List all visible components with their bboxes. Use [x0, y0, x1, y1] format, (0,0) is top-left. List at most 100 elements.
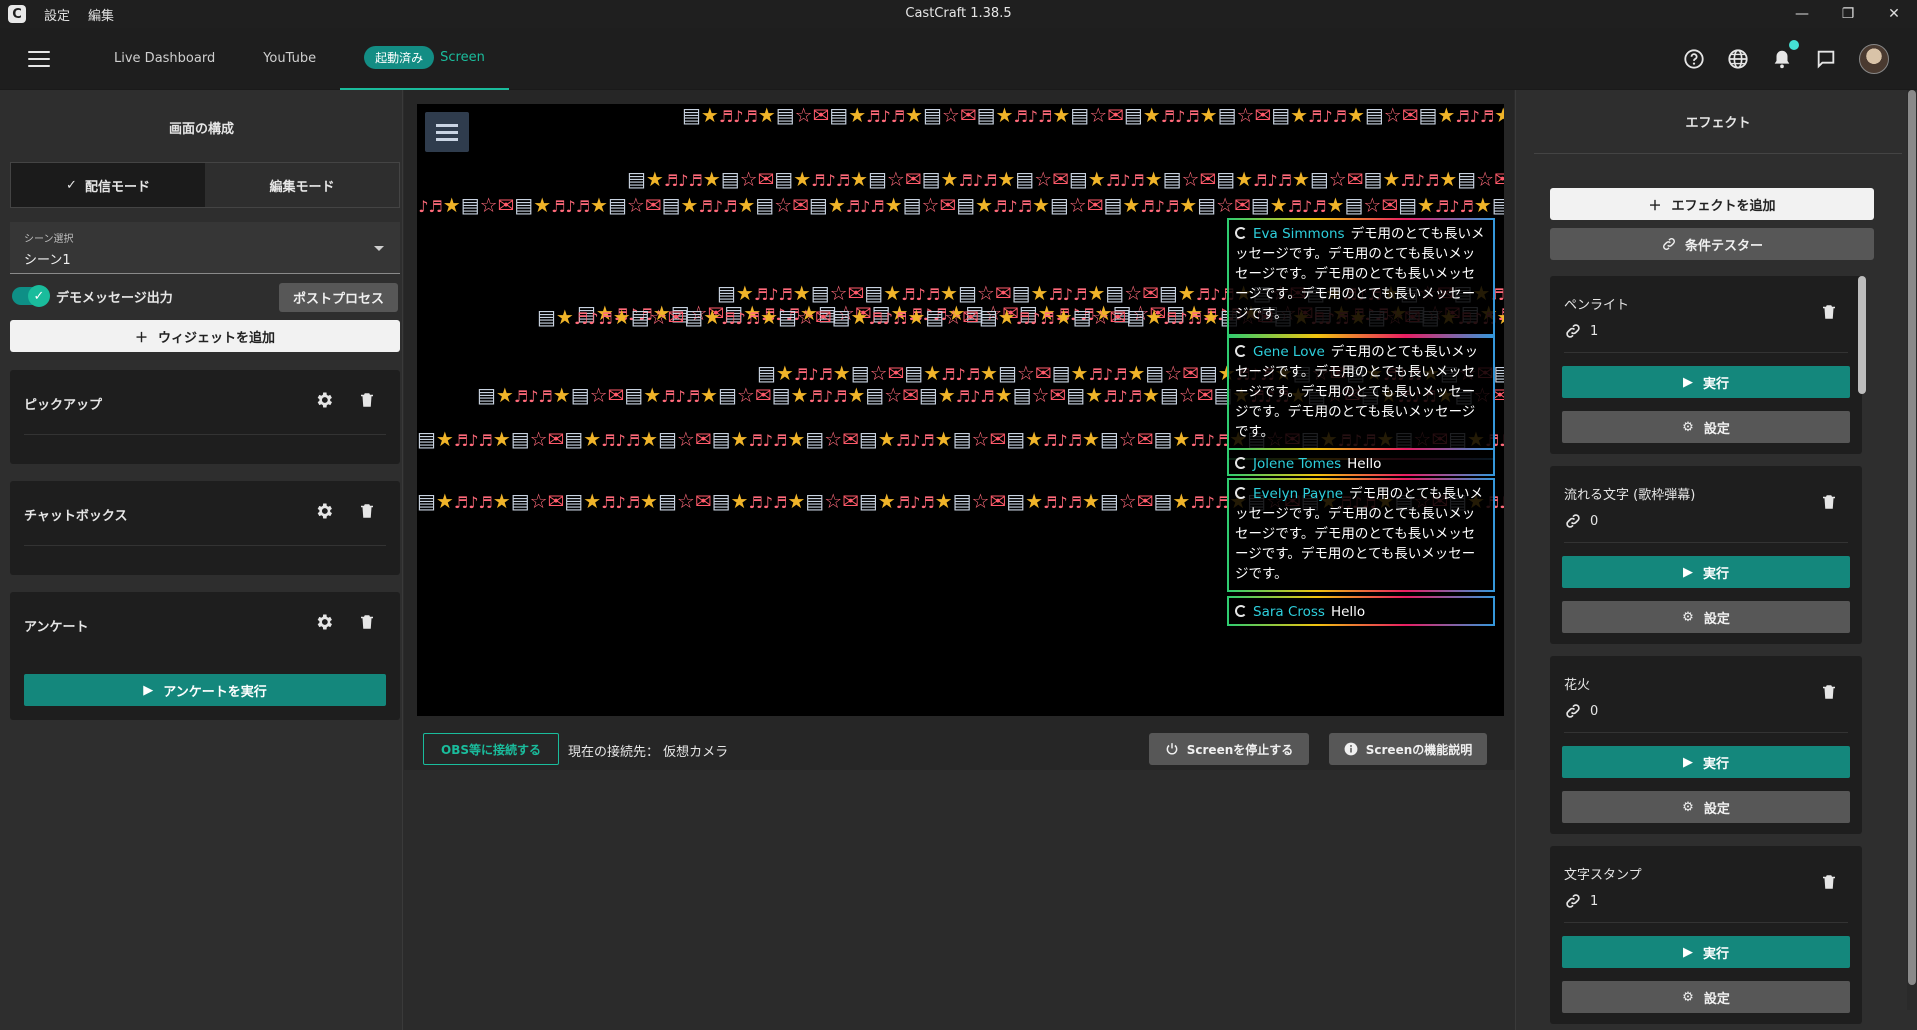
- tab-live-dashboard[interactable]: Live Dashboard: [90, 28, 239, 90]
- effect-name: 花火: [1564, 678, 1591, 693]
- plus-icon: ＋: [134, 330, 148, 346]
- trash-icon[interactable]: [1820, 872, 1838, 892]
- panel-title: エフェクト: [1534, 112, 1902, 154]
- menu-settings[interactable]: 設定: [44, 5, 70, 24]
- add-effect-button[interactable]: ＋ エフェクトを追加: [1550, 188, 1874, 220]
- trash-icon[interactable]: [358, 612, 376, 632]
- danmaku-glyph: ♬♪♬: [417, 197, 443, 216]
- danmaku-glyph: ▤: [564, 489, 584, 513]
- demo-message-toggle[interactable]: ✓: [12, 285, 50, 307]
- danmaku-glyph: ✉: [754, 383, 772, 407]
- danmaku-glyph: ✉: [497, 193, 515, 217]
- run-survey-button[interactable]: ▶ アンケートを実行: [24, 674, 386, 706]
- effect-settings-button[interactable]: ⚙ 設定: [1562, 411, 1850, 443]
- gear-icon[interactable]: [314, 390, 334, 410]
- danmaku-glyph: ★: [442, 193, 461, 217]
- chat-author: Sara Cross: [1253, 604, 1325, 620]
- danmaku-glyph: ☆: [1034, 167, 1053, 191]
- danmaku-glyph: ▤: [417, 427, 436, 451]
- trash-icon[interactable]: [1820, 682, 1838, 702]
- postprocess-button[interactable]: ポストプロセス: [278, 283, 398, 312]
- chat-author: Evelyn Payne: [1253, 486, 1344, 502]
- danmaku-glyph: ♬♪♬: [1088, 365, 1128, 384]
- effect-list-scrollbar[interactable]: [1858, 276, 1866, 1030]
- run-effect-button[interactable]: ▶ 実行: [1562, 936, 1850, 968]
- danmaku-glyph: ☆: [529, 427, 548, 451]
- widget-name: チャットボックス: [24, 509, 128, 524]
- avatar[interactable]: [1859, 44, 1889, 74]
- danmaku-glyph: ★: [877, 427, 896, 451]
- danmaku-glyph: ▤: [1271, 104, 1291, 127]
- scene-select[interactable]: シーン選択 シーン1: [10, 222, 400, 274]
- gear-icon[interactable]: [314, 612, 334, 632]
- close-button[interactable]: ✕: [1871, 0, 1917, 28]
- danmaku-glyph: ☆: [479, 193, 498, 217]
- condition-count: 0: [1590, 703, 1599, 719]
- hamburger-menu-icon[interactable]: [28, 50, 50, 67]
- connect-obs-button[interactable]: OBS等に接続する: [423, 733, 559, 765]
- tab-screen[interactable]: 起動済み Screen: [340, 28, 509, 90]
- add-widget-button[interactable]: ＋ ウィジェットを追加: [10, 320, 400, 352]
- globe-icon[interactable]: [1727, 48, 1749, 70]
- danmaku-glyph: ♬♪♬: [808, 387, 848, 406]
- condition-tester-button[interactable]: 条件テスター: [1550, 228, 1874, 260]
- run-effect-button[interactable]: ▶ 実行: [1562, 556, 1850, 588]
- danmaku-glyph: ▤: [831, 305, 851, 329]
- menu-edit[interactable]: 編集: [88, 5, 114, 24]
- danmaku-glyph: ☆: [1068, 193, 1087, 217]
- danmaku-glyph: ▤: [1309, 167, 1329, 191]
- run-survey-label: アンケートを実行: [163, 684, 267, 700]
- effect-settings-button[interactable]: ⚙ 設定: [1562, 601, 1850, 633]
- danmaku-glyph: ✉: [842, 427, 859, 451]
- tab-youtube[interactable]: YouTube: [239, 28, 340, 90]
- danmaku-glyph: ☆: [941, 104, 960, 127]
- effect-settings-button[interactable]: ⚙ 設定: [1562, 791, 1850, 823]
- stop-screen-button[interactable]: Screenを停止する: [1149, 733, 1309, 765]
- danmaku-glyph: ★: [1070, 361, 1089, 385]
- screen-help-button[interactable]: Screenの機能説明: [1329, 733, 1487, 765]
- effect-settings-button[interactable]: ⚙ 設定: [1562, 981, 1850, 1013]
- trash-icon[interactable]: [358, 501, 376, 521]
- danmaku-glyph: ♬♪♬: [1434, 197, 1474, 216]
- danmaku-glyph: ▤: [1250, 193, 1270, 217]
- danmaku-glyph: ★: [1122, 193, 1141, 217]
- bell-icon[interactable]: [1771, 40, 1799, 70]
- danmaku-glyph: ✉: [902, 383, 919, 407]
- danmaku-glyph: ✉: [1136, 427, 1154, 451]
- chat-icon[interactable]: [1815, 48, 1837, 70]
- screen-preview[interactable]: ▤★♬♪♬★▤☆✉▤★♬♪♬★▤☆✉▤★♬♪♬★▤☆✉▤★♬♪♬★▤☆✉▤★♬♪…: [417, 104, 1504, 716]
- page-scrollbar[interactable]: [1907, 90, 1917, 1010]
- danmaku-glyph: ✉: [1107, 104, 1124, 127]
- minimize-button[interactable]: —: [1779, 0, 1825, 28]
- danmaku-glyph: ☆: [1476, 167, 1495, 191]
- danmaku-glyph: ☆: [1181, 167, 1200, 191]
- danmaku-glyph: ★: [827, 193, 846, 217]
- tab-edit-mode[interactable]: 編集モード: [205, 163, 399, 207]
- preview-menu-icon[interactable]: [425, 112, 469, 152]
- danmaku-glyph: ✉: [959, 104, 977, 127]
- danmaku-glyph: ▤: [1006, 427, 1026, 451]
- maximize-button[interactable]: ❐: [1825, 0, 1871, 28]
- danmaku-glyph: ☆: [529, 489, 548, 513]
- danmaku-glyph: ★: [832, 361, 851, 385]
- danmaku-glyph: ▤: [682, 104, 701, 127]
- danmaku-glyph: ♬♪♬: [845, 197, 885, 216]
- run-effect-button[interactable]: ▶ 実行: [1562, 366, 1850, 398]
- help-icon[interactable]: [1683, 48, 1705, 70]
- run-effect-button[interactable]: ▶ 実行: [1562, 746, 1850, 778]
- gear-icon[interactable]: [314, 501, 334, 521]
- danmaku-glyph: ♬♪♬: [1163, 309, 1202, 328]
- settings-label: 設定: [1703, 801, 1730, 817]
- danmaku-glyph: ▤: [1153, 427, 1173, 451]
- danmaku-glyph: ★: [1127, 361, 1146, 385]
- tab-broadcast-mode[interactable]: ✓ 配信モード: [11, 163, 205, 207]
- status-badge: 起動済み: [364, 46, 435, 69]
- danmaku-glyph: ▤: [850, 361, 870, 385]
- power-icon: [1166, 743, 1178, 755]
- danmaku-glyph: ▤: [805, 427, 825, 451]
- danmaku-glyph: ▤: [1363, 167, 1383, 191]
- trash-icon[interactable]: [358, 390, 376, 410]
- trash-icon[interactable]: [1820, 302, 1838, 322]
- trash-icon[interactable]: [1820, 492, 1838, 512]
- chat-message: Eva Simmons デモ用のとても長いメッセージです。デモ用のとても長いメッセ…: [1227, 218, 1495, 336]
